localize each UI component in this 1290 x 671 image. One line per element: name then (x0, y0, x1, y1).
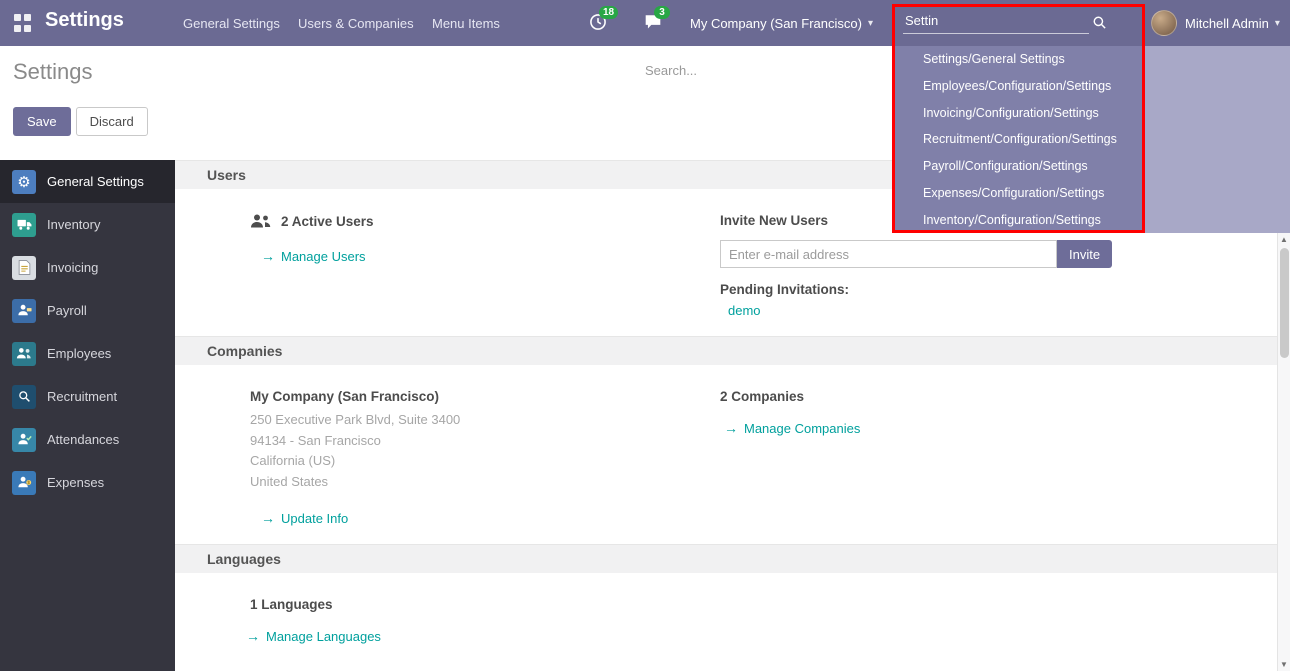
scroll-down-icon[interactable]: ▼ (1280, 658, 1288, 671)
sidebar-item-general-settings[interactable]: ⚙ General Settings (0, 160, 175, 203)
messages-count-badge: 3 (654, 6, 670, 19)
company-address: 250 Executive Park Blvd, Suite 3400 9413… (250, 410, 720, 492)
sidebar-item-employees[interactable]: Employees (0, 332, 175, 375)
settings-sidebar: ⚙ General Settings Inventory (0, 160, 175, 671)
manage-languages-link[interactable]: → Manage Languages (246, 628, 381, 644)
invoice-icon (12, 256, 36, 280)
pending-invitation-demo[interactable]: demo (728, 303, 761, 318)
sidebar-item-label: Payroll (47, 303, 87, 318)
sidebar-item-expenses[interactable]: $ Expenses (0, 461, 175, 504)
recruitment-icon (12, 385, 36, 409)
menu-search-dropdown: Settings/General Settings Employees/Conf… (895, 46, 1290, 233)
section-header-languages: Languages (175, 544, 1277, 573)
vertical-scrollbar[interactable]: ▲ ▼ (1277, 233, 1290, 671)
sidebar-item-attendances[interactable]: Attendances (0, 418, 175, 461)
active-users-count: 2 Active Users (281, 214, 374, 229)
address-line: United States (250, 472, 720, 493)
languages-count: 1 Languages (250, 597, 720, 612)
employees-icon (12, 342, 36, 366)
company-name: My Company (San Francisco) (250, 389, 720, 404)
section-languages: 1 Languages → Manage Languages (175, 573, 1277, 662)
update-info-link[interactable]: → Update Info (261, 510, 348, 526)
control-panel-buttons: Save Discard (13, 107, 148, 136)
languages-left-column: 1 Languages → Manage Languages (250, 597, 720, 646)
menu-search-result-5[interactable]: Expenses/Configuration/Settings (895, 180, 1145, 207)
apps-menu-icon[interactable] (14, 14, 32, 32)
menu-search-input[interactable] (903, 8, 1089, 34)
companies-right-column: 2 Companies → Manage Companies (720, 389, 1277, 528)
menu-search-result-4[interactable]: Payroll/Configuration/Settings (895, 153, 1145, 180)
menu-search-result-2[interactable]: Invoicing/Configuration/Settings (895, 99, 1145, 126)
sidebar-item-label: Inventory (47, 217, 100, 232)
sidebar-item-label: Expenses (47, 475, 104, 490)
content-area: ⚙ General Settings Inventory (0, 160, 1290, 671)
chevron-down-icon: ▾ (1275, 18, 1280, 29)
sidebar-item-label: Attendances (47, 432, 119, 447)
menu-general-settings[interactable]: General Settings (183, 16, 280, 31)
discard-button[interactable]: Discard (76, 107, 148, 136)
sidebar-item-payroll[interactable]: Payroll (0, 289, 175, 332)
menu-search-result-0[interactable]: Settings/General Settings (895, 46, 1145, 73)
gear-icon: ⚙ (12, 170, 36, 194)
user-menu[interactable]: Mitchell Admin ▾ (1185, 16, 1280, 31)
menu-search-result-6[interactable]: Inventory/Configuration/Settings (895, 206, 1145, 233)
users-group-icon (250, 213, 272, 230)
attendances-icon (12, 428, 36, 452)
payroll-icon (12, 299, 36, 323)
manage-arrow-icon: → (261, 248, 275, 264)
manage-arrow-icon: → (724, 420, 738, 436)
manage-arrow-icon: → (246, 628, 260, 644)
users-left-column: 2 Active Users → Manage Users (250, 213, 720, 320)
user-name: Mitchell Admin (1185, 16, 1269, 31)
menu-search-result-1[interactable]: Employees/Configuration/Settings (895, 73, 1145, 100)
scrollbar-thumb[interactable] (1280, 248, 1289, 358)
menu-menu-items[interactable]: Menu Items (432, 16, 500, 31)
invite-email-input[interactable] (720, 240, 1057, 268)
company-switcher-label: My Company (San Francisco) (690, 16, 862, 31)
activity-count-badge: 18 (599, 6, 618, 19)
address-line: 94134 - San Francisco (250, 431, 720, 452)
chevron-down-icon: ▾ (868, 18, 873, 29)
truck-icon (12, 213, 36, 237)
breadcrumb: Settings (13, 59, 93, 85)
manage-arrow-icon: → (261, 510, 275, 526)
user-avatar[interactable] (1151, 10, 1177, 36)
sidebar-item-invoicing[interactable]: Invoicing (0, 246, 175, 289)
menu-search-result-3[interactable]: Recruitment/Configuration/Settings (895, 126, 1145, 153)
settings-main: Users 2 Active Users → Manage (175, 160, 1290, 671)
manage-users-link[interactable]: → Manage Users (261, 248, 366, 264)
sidebar-item-recruitment[interactable]: Recruitment (0, 375, 175, 418)
address-line: 250 Executive Park Blvd, Suite 3400 (250, 410, 720, 431)
sidebar-item-label: General Settings (47, 174, 144, 189)
menu-search-results: Settings/General Settings Employees/Conf… (895, 46, 1145, 233)
menu-search-panel-filler (1145, 46, 1290, 233)
search-icon[interactable] (1092, 15, 1107, 30)
activity-menu-button[interactable]: 18 (589, 13, 607, 36)
sidebar-item-label: Recruitment (47, 389, 117, 404)
companies-left-column: My Company (San Francisco) 250 Executive… (250, 389, 720, 528)
address-line: California (US) (250, 451, 720, 472)
messages-menu-button[interactable]: 3 (644, 13, 662, 36)
section-companies: My Company (San Francisco) 250 Executive… (175, 365, 1277, 544)
odoo-settings-window: Settings General Settings Users & Compan… (0, 0, 1290, 671)
company-switcher[interactable]: My Company (San Francisco) ▾ (690, 16, 873, 31)
menu-search (903, 8, 1123, 38)
scroll-up-icon[interactable]: ▲ (1280, 233, 1288, 246)
section-header-companies: Companies (175, 336, 1277, 365)
save-button[interactable]: Save (13, 107, 71, 136)
top-navbar: Settings General Settings Users & Compan… (0, 0, 1290, 46)
menu-users-companies[interactable]: Users & Companies (298, 16, 414, 31)
svg-text:$: $ (27, 480, 30, 485)
sidebar-item-label: Employees (47, 346, 111, 361)
sidebar-item-label: Invoicing (47, 260, 98, 275)
sidebar-item-inventory[interactable]: Inventory (0, 203, 175, 246)
app-title: Settings (45, 9, 124, 32)
pending-invitations-label: Pending Invitations: (720, 282, 1277, 297)
expenses-icon: $ (12, 471, 36, 495)
invite-button[interactable]: Invite (1057, 240, 1112, 268)
companies-count: 2 Companies (720, 389, 1277, 404)
manage-companies-link[interactable]: → Manage Companies (724, 420, 860, 436)
